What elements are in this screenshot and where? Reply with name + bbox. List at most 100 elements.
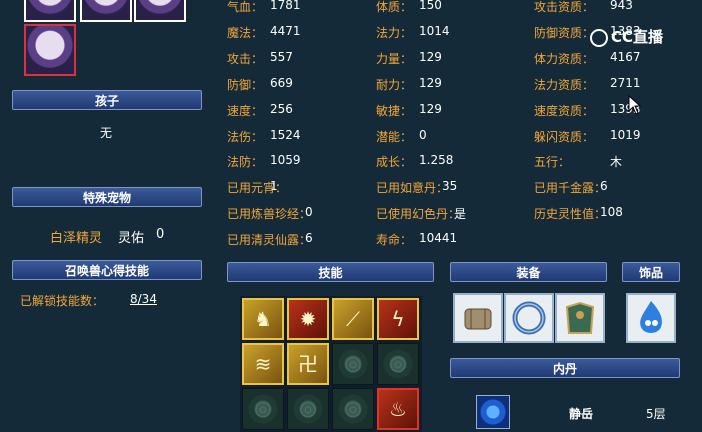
burst-icon: ✹ <box>299 307 317 331</box>
stat-label: 已用千金露： <box>534 181 607 196</box>
stat-label: 法力资质： <box>534 77 595 92</box>
stat-value: 1 <box>270 179 278 194</box>
skill-slot[interactable]: ✹ <box>287 298 329 340</box>
stat-row: 速度： 256 <box>227 102 293 119</box>
stat-value: 35 <box>442 179 458 194</box>
skill-slot[interactable]: ◎ <box>242 388 284 430</box>
skill-slot[interactable]: ◎ <box>377 343 419 385</box>
pet-portrait[interactable] <box>24 0 76 22</box>
skill-slot[interactable]: ◎ <box>332 388 374 430</box>
stat-row: 法力： 1014 <box>376 24 450 41</box>
unlocked-skills-label: 已解锁技能数： <box>20 294 105 308</box>
skill-slot[interactable]: ⟋ <box>332 298 374 340</box>
stat-value: 1014 <box>419 23 450 38</box>
stat-value: 150 <box>419 0 442 12</box>
stat-value: 4471 <box>270 23 301 38</box>
stat-value: 108 <box>600 205 623 220</box>
empty-slot-icon: ◎ <box>254 396 272 420</box>
stat-label: 已用元宵： <box>227 181 288 196</box>
stat-label: 敏捷： <box>376 103 413 118</box>
stat-row: 魔法： 4471 <box>227 24 301 41</box>
stat-value: 129 <box>419 101 442 116</box>
stat-row: 寿命： 10441 <box>376 231 457 248</box>
stat-value: 129 <box>419 75 442 90</box>
equipment-slot-ring[interactable] <box>504 293 554 343</box>
stat-label: 防御： <box>227 77 264 92</box>
stat-label: 已用如意丹： <box>376 181 449 196</box>
stat-label: 成长： <box>376 155 413 170</box>
skill-grid: ♞ ✹ ⟋ ϟ ≋ 卍 ◎ ◎ ◎ ◎ ◎ ♨ <box>240 296 422 432</box>
skill-slot[interactable]: ♨ <box>377 388 419 430</box>
stat-row: 已用炼兽珍经： 0 <box>227 205 313 222</box>
stat-label: 气血： <box>227 0 264 14</box>
stat-row: 防御资质： 1383 <box>534 24 641 41</box>
skills-header[interactable]: 技能 <box>227 262 434 282</box>
neidan-name: 静岳 <box>569 407 594 421</box>
special-pet-header: 特殊宠物 <box>12 187 202 207</box>
stat-value: 木 <box>610 155 623 170</box>
stat-row: 速度资质： 1393 <box>534 102 641 119</box>
stat-label: 速度： <box>227 103 264 118</box>
flame-icon: ♨ <box>389 397 407 421</box>
empty-slot-icon: ◎ <box>344 351 362 375</box>
stat-value: 669 <box>270 75 293 90</box>
empty-slot-icon: ◎ <box>299 396 317 420</box>
summon-skill-header: 召唤兽心得技能 <box>12 260 202 280</box>
skill-slot[interactable]: ϟ <box>377 298 419 340</box>
skill-slot[interactable]: ≋ <box>242 343 284 385</box>
stat-row: 法力资质： 2711 <box>534 76 641 93</box>
stat-value: 1781 <box>270 0 301 12</box>
lightning-icon: ϟ <box>391 307 405 331</box>
stat-row: 敏捷： 129 <box>376 102 442 119</box>
stat-label: 体力资质： <box>534 51 595 66</box>
stat-label: 已用清灵仙露： <box>227 233 312 248</box>
stat-value: 1019 <box>610 127 641 142</box>
neidan-icon[interactable] <box>476 395 510 429</box>
stat-value: 6 <box>305 231 313 246</box>
stat-value: 1.258 <box>419 153 454 168</box>
cc-logo-icon <box>590 28 608 47</box>
stat-value: 10441 <box>419 231 458 246</box>
stat-row: 历史灵性值： 108 <box>534 205 623 222</box>
stat-row: 已用元宵： 1 <box>227 179 287 196</box>
stat-value: 0 <box>419 127 427 142</box>
mouse-cursor-icon <box>628 95 642 115</box>
equipment-header[interactable]: 装备 <box>450 262 607 282</box>
stat-row: 已用如意丹： 35 <box>376 179 457 196</box>
accessory-header[interactable]: 饰品 <box>622 262 680 282</box>
stat-label: 躲闪资质： <box>534 129 595 144</box>
stat-row: 已使用幻色丹：是 <box>376 205 466 222</box>
stat-value: 943 <box>610 0 633 12</box>
stat-label: 寿命： <box>376 233 413 248</box>
pet-portrait[interactable] <box>134 0 186 22</box>
stat-row: 耐力： 129 <box>376 76 442 93</box>
pet-portrait[interactable] <box>80 0 132 22</box>
skill-slot[interactable]: ♞ <box>242 298 284 340</box>
equipment-slot-armor[interactable] <box>555 293 605 343</box>
skill-slot[interactable]: ◎ <box>332 343 374 385</box>
skill-slot[interactable]: 卍 <box>287 343 329 385</box>
skill-slot[interactable]: ◎ <box>287 388 329 430</box>
accessory-slot[interactable] <box>626 293 676 343</box>
pet-portrait-selected[interactable] <box>24 24 76 76</box>
stat-label: 潜能： <box>376 129 413 144</box>
stat-row: 攻击： 557 <box>227 50 293 67</box>
bracer-icon <box>464 308 492 330</box>
equipment-slot-bracer[interactable] <box>453 293 503 343</box>
neidan-header[interactable]: 内丹 <box>450 358 680 378</box>
stat-value: 256 <box>270 101 293 116</box>
unlocked-skills-value[interactable]: 8/34 <box>130 292 157 306</box>
stat-row: 体力资质： 4167 <box>534 50 641 67</box>
claw-slash-icon: ⟋ <box>346 307 360 331</box>
stat-label: 五行： <box>534 155 571 170</box>
rune-icon: 卍 <box>298 352 318 376</box>
special-pet-name: 白泽精灵 <box>50 231 103 246</box>
child-value: 无 <box>100 126 113 140</box>
stat-value: 6 <box>600 179 608 194</box>
stat-row: 五行： 木 <box>534 153 622 170</box>
empty-slot-icon: ◎ <box>344 396 362 420</box>
fire-beast-icon: ♞ <box>254 307 272 331</box>
stat-label: 法伤： <box>227 129 264 144</box>
stat-row: 潜能： 0 <box>376 128 427 145</box>
stat-row: 成长： 1.258 <box>376 153 453 170</box>
